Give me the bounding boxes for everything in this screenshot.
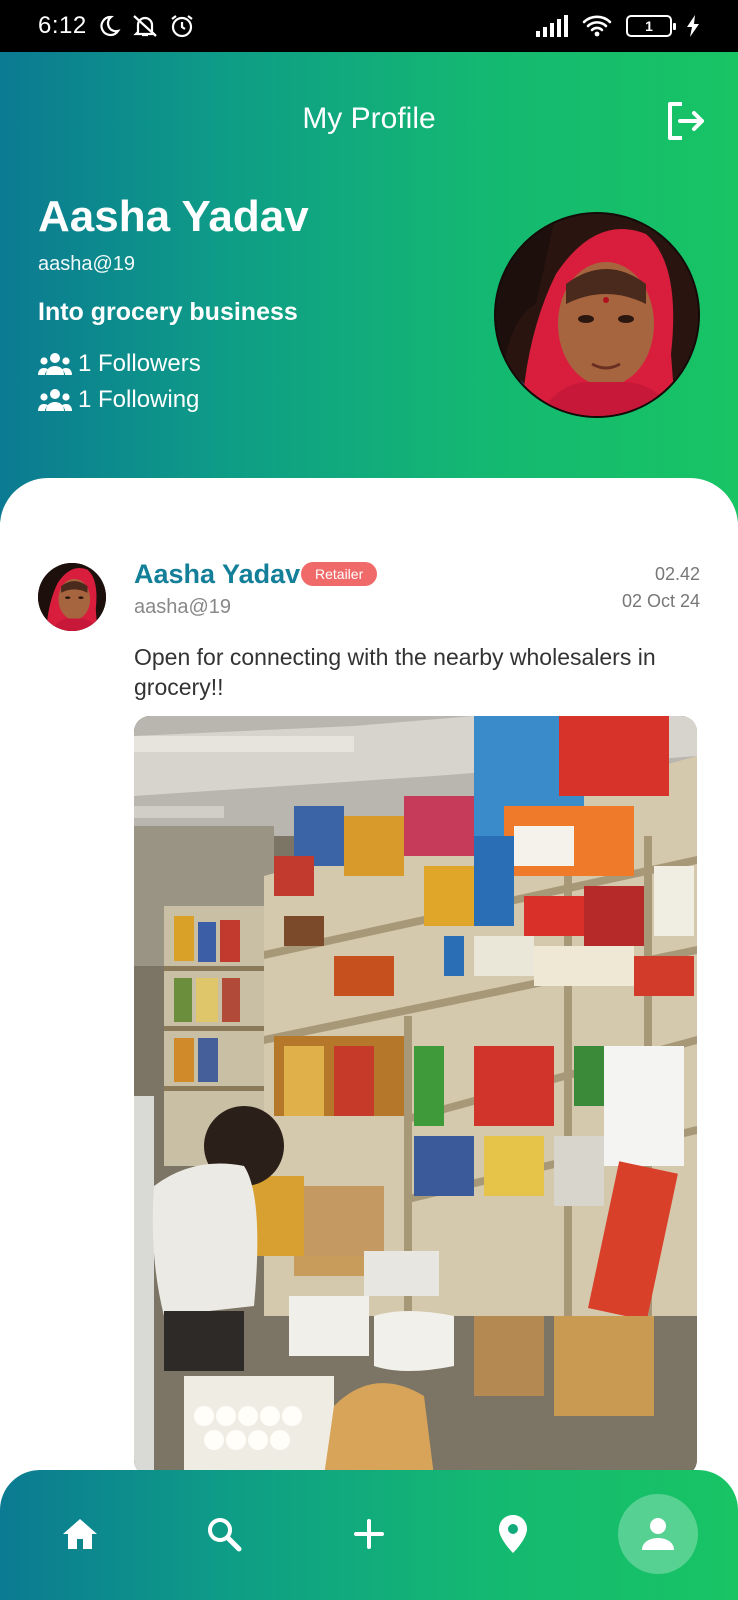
logout-button[interactable] (664, 100, 706, 142)
moon-icon (97, 14, 121, 38)
alarm-icon (169, 13, 195, 39)
profile-name: Aasha Yadav (38, 192, 309, 241)
status-right: 1 (536, 14, 700, 38)
plus-icon (354, 1519, 384, 1549)
people-icon (38, 353, 72, 375)
nav-search[interactable] (184, 1494, 264, 1574)
post-author-name[interactable]: Aasha Yadav (134, 559, 300, 590)
followers-link[interactable]: 1 Followers (38, 350, 201, 378)
home-icon (63, 1519, 97, 1549)
feed-card: Aasha Yadav Retailer aasha@19 02.42 02 O… (0, 478, 738, 1600)
status-left: 6:12 (38, 12, 195, 40)
following-count: 1 Following (78, 386, 200, 413)
followers-count: 1 Followers (78, 350, 201, 377)
battery-indicator: 1 (626, 15, 676, 37)
notifications-off-icon (131, 13, 159, 39)
nav-location[interactable] (473, 1494, 553, 1574)
post-author-avatar[interactable] (38, 563, 106, 631)
profile-handle: aasha@19 (38, 253, 136, 275)
profile-header: My Profile Aasha Yadav aasha@19 Into gro… (0, 52, 738, 522)
charging-icon (686, 15, 700, 37)
nav-add[interactable] (329, 1494, 409, 1574)
post-author-handle: aasha@19 (134, 596, 232, 618)
post-text: Open for connecting with the nearby whol… (134, 644, 656, 700)
following-link[interactable]: 1 Following (38, 386, 199, 414)
profile-avatar[interactable] (494, 212, 700, 418)
avatar-photo (38, 563, 106, 631)
post-image[interactable] (134, 716, 697, 1476)
bottom-navigation (0, 1470, 738, 1600)
search-icon (208, 1518, 242, 1552)
status-time: 6:12 (38, 12, 87, 39)
logout-icon (668, 102, 704, 140)
profile-screen: 6:12 1 My Profile Aasha Yadav aasha@19 I… (0, 0, 738, 1600)
role-badge: Retailer (301, 562, 378, 586)
location-pin-icon (499, 1515, 527, 1553)
status-bar: 6:12 1 (0, 0, 738, 52)
post-date: 02 Oct 24 (621, 591, 700, 611)
nav-home[interactable] (40, 1494, 120, 1574)
person-icon (642, 1518, 674, 1550)
people-icon (38, 389, 72, 411)
avatar-photo (496, 214, 698, 416)
page-title: My Profile (302, 102, 436, 135)
post-time: 02.42 (654, 564, 700, 584)
nav-profile[interactable] (618, 1494, 698, 1574)
profile-bio: Into grocery business (38, 298, 298, 326)
wifi-icon (582, 14, 612, 38)
grocery-store-photo (134, 716, 697, 1476)
signal-icon (536, 15, 568, 37)
